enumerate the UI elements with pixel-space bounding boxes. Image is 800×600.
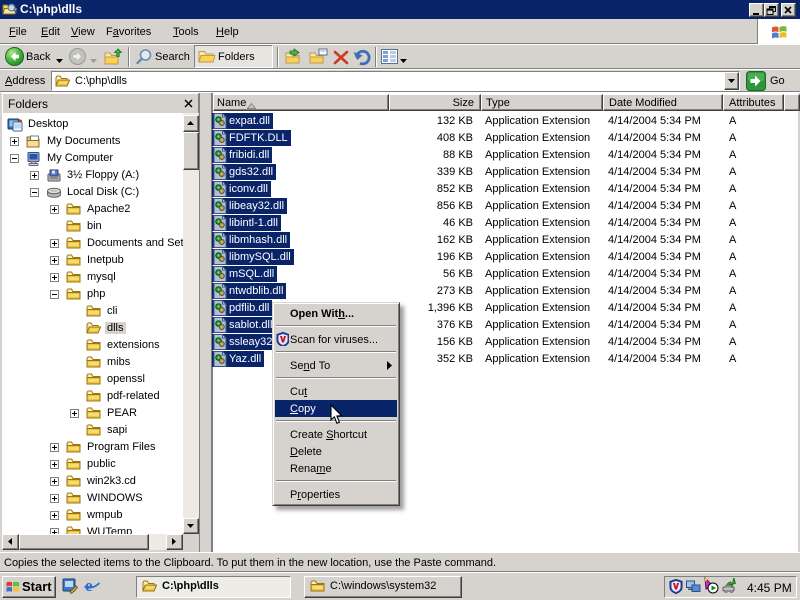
svg-text:e: e [85, 577, 93, 595]
